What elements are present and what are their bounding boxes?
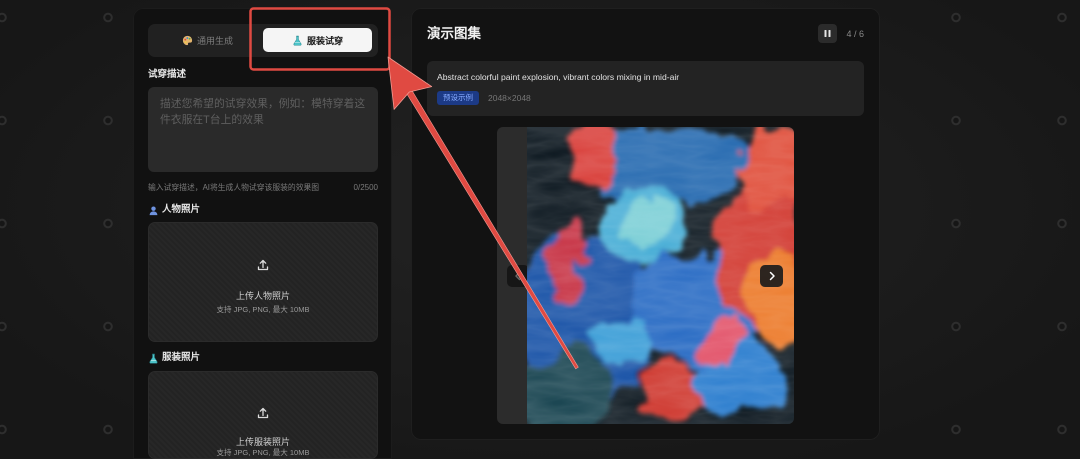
image-carousel: [497, 127, 794, 424]
tab-general-generation[interactable]: 通用生成: [152, 28, 263, 52]
image-info-card: Abstract colorful paint explosion, vibra…: [427, 61, 864, 116]
garment-photo-upload[interactable]: 上传服装照片 支持 JPG, PNG, 最大 10MB: [148, 371, 378, 459]
mode-tabs: 通用生成 服装试穿: [148, 24, 378, 57]
next-button[interactable]: [760, 265, 783, 287]
slide-counter: 4 / 6: [846, 28, 864, 39]
pause-icon: [823, 29, 832, 38]
person-photo-label: 人物照片: [148, 203, 200, 217]
person-photo-label-text: 人物照片: [162, 204, 201, 215]
description-label: 试穿描述: [148, 68, 186, 82]
upload-hint: 支持 JPG, PNG, 最大 10MB: [216, 305, 310, 314]
gallery-title: 演示图集: [427, 26, 481, 41]
description-helper-text: 输入试穿描述，AI将生成人物试穿该服装的效果图: [148, 183, 320, 192]
pause-button[interactable]: [818, 24, 837, 43]
person-photo-upload[interactable]: 上传人物照片 支持 JPG, PNG, 最大 10MB: [148, 222, 378, 342]
prev-button[interactable]: [507, 265, 529, 287]
gallery-image: [527, 127, 794, 424]
flask-icon: [292, 35, 303, 46]
palette-icon: [182, 35, 193, 46]
character-counter: 0/2500: [353, 183, 378, 192]
tab-virtual-try-on[interactable]: 服装试穿: [263, 28, 372, 52]
chevron-right-icon: [767, 271, 777, 281]
garment-photo-label: 服装照片: [148, 351, 200, 365]
gallery-panel: 演示图集 4 / 6 Abstract colorful paint explo…: [411, 8, 880, 440]
image-resolution: 2048×2048: [488, 93, 531, 103]
preset-badge: 预设示例: [437, 91, 479, 105]
tab-label: 服装试穿: [306, 35, 343, 46]
upload-icon: [256, 406, 270, 420]
person-icon: [148, 205, 159, 216]
upload-hint: 支持 JPG, PNG, 最大 10MB: [216, 448, 310, 457]
upload-title: 上传人物照片: [235, 291, 290, 301]
description-label-text: 试穿描述: [148, 69, 187, 80]
garment-photo-label-text: 服装照片: [162, 352, 201, 363]
image-prompt: Abstract colorful paint explosion, vibra…: [437, 72, 680, 82]
tab-label: 通用生成: [196, 35, 233, 46]
sidebar-panel: 通用生成 服装试穿 试穿描述 输入试穿描述，AI将生成人物试穿该服装的效果图 0…: [133, 8, 392, 459]
flask-icon: [148, 353, 159, 364]
upload-icon: [256, 258, 270, 272]
try-on-description-input[interactable]: [148, 87, 378, 172]
chevron-left-icon: [513, 271, 523, 281]
description-helper-row: 输入试穿描述，AI将生成人物试穿该服装的效果图 0/2500: [148, 182, 378, 193]
